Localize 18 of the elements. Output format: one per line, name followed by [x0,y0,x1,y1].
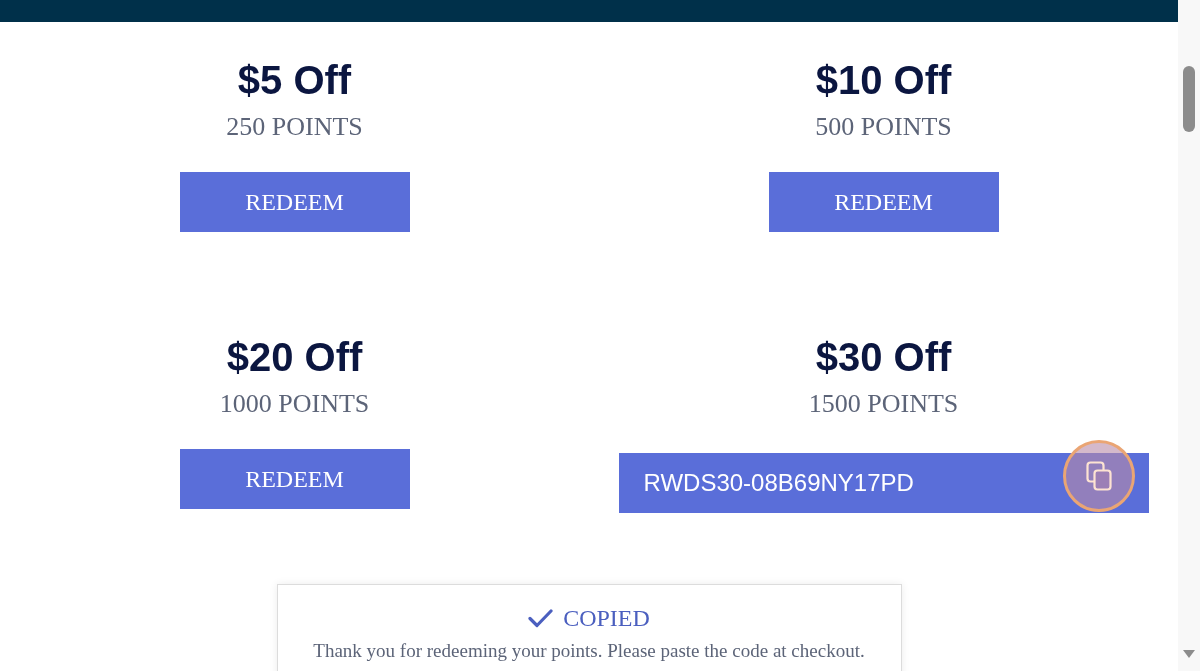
reward-title: $5 Off [237,60,352,100]
reward-points: 500 POINTS [815,112,952,142]
check-icon [528,608,554,628]
scroll-down-icon[interactable] [1183,650,1195,658]
reward-title: $10 Off [815,60,952,100]
toast-message: Thank you for redeeming your points. Please paste the code at checkout. [313,639,865,663]
coupon-code: RWDS30-08B69NY17PD [643,471,914,495]
reward-title: $20 Off [226,337,363,377]
copy-icon [1085,461,1112,491]
reward-points: 250 POINTS [226,112,363,142]
reward-points: 1500 POINTS [808,389,959,419]
redeem-button[interactable]: REDEEM [179,172,410,232]
redeem-button[interactable]: REDEEM [179,449,410,509]
reward-points: 1000 POINTS [219,389,370,419]
scrollbar-thumb[interactable] [1183,66,1195,132]
redeem-button[interactable]: REDEEM [768,172,999,232]
toast-status: COPIED [563,604,650,633]
reward-title: $30 Off [815,337,952,377]
